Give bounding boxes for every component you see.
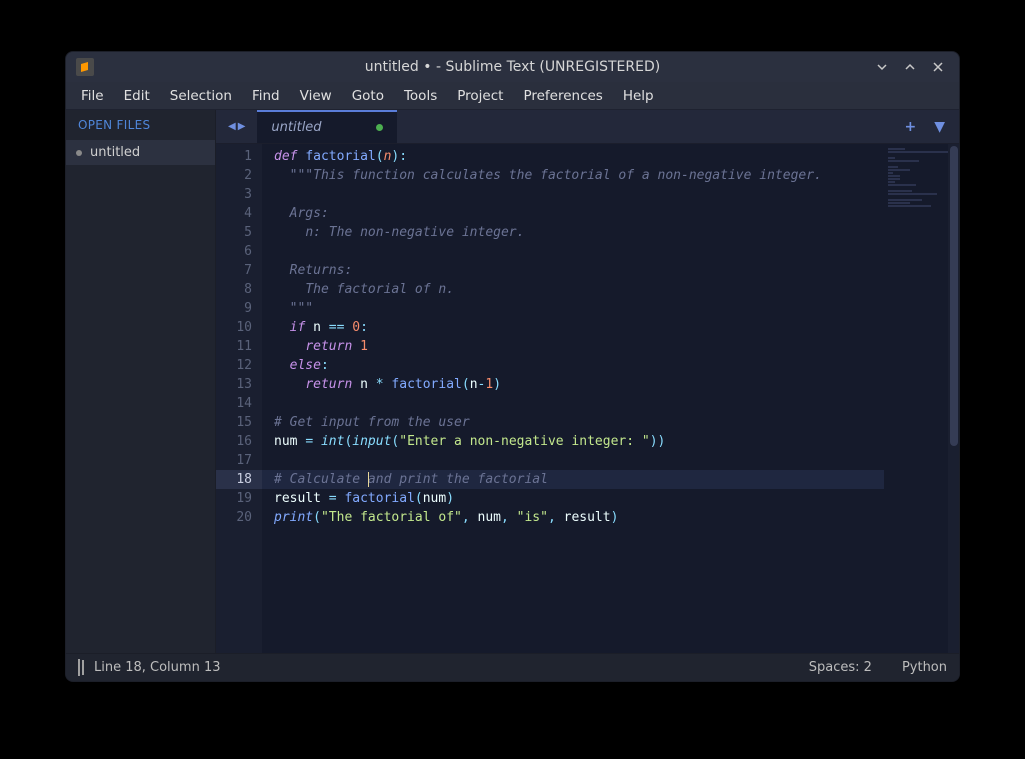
nav-forward-icon[interactable]: ▶ [238,121,246,132]
line-number[interactable]: 18 [216,470,262,489]
code-line[interactable]: The factorial of n. [262,280,884,299]
menu-help[interactable]: Help [614,84,663,108]
line-number[interactable]: 17 [216,451,262,470]
line-number[interactable]: 15 [216,413,262,432]
tab[interactable]: untitled [257,110,397,143]
line-number[interactable]: 5 [216,223,262,242]
close-button[interactable] [931,60,945,74]
nav-back-icon[interactable]: ◀ [228,121,236,132]
maximize-button[interactable] [903,60,917,74]
text-cursor [368,472,369,487]
line-number[interactable]: 19 [216,489,262,508]
status-position[interactable]: Line 18, Column 13 [94,660,221,675]
modified-dot-icon [76,150,82,156]
open-file-item[interactable]: untitled [66,140,215,165]
menu-file[interactable]: File [72,84,113,108]
code-line[interactable]: else: [262,356,884,375]
code-line[interactable]: result = factorial(num) [262,489,884,508]
line-number[interactable]: 16 [216,432,262,451]
line-number[interactable]: 14 [216,394,262,413]
menu-goto[interactable]: Goto [343,84,393,108]
scrollbar[interactable] [948,144,959,653]
open-files-header: OPEN FILES [66,110,215,140]
menu-preferences[interactable]: Preferences [514,84,611,108]
minimize-button[interactable] [875,60,889,74]
tab-menu-button[interactable]: ▼ [934,119,945,135]
code-line[interactable] [262,242,884,261]
tab-label: untitled [271,120,321,135]
window-title: untitled • - Sublime Text (UNREGISTERED) [66,59,959,75]
tab-strip: ◀ ▶ untitled + ▼ [216,110,959,144]
menu-edit[interactable]: Edit [115,84,159,108]
menu-tools[interactable]: Tools [395,84,446,108]
code-line[interactable]: num = int(input("Enter a non-negative in… [262,432,884,451]
code-line[interactable]: Returns: [262,261,884,280]
status-bar: Line 18, Column 13 Spaces: 2 Python [66,653,959,681]
line-number[interactable]: 3 [216,185,262,204]
menu-selection[interactable]: Selection [161,84,241,108]
code-line[interactable]: # Calculate and print the factorial [262,470,884,489]
line-number[interactable]: 10 [216,318,262,337]
line-number[interactable]: 2 [216,166,262,185]
menu-project[interactable]: Project [448,84,512,108]
app-icon [76,58,94,76]
gutter[interactable]: 1234567891011121314151617181920 [216,144,262,653]
menu-bar: FileEditSelectionFindViewGotoToolsProjec… [66,82,959,110]
line-number[interactable]: 6 [216,242,262,261]
code-line[interactable] [262,394,884,413]
status-spaces[interactable]: Spaces: 2 [809,660,872,675]
sidebar: OPEN FILES untitled [66,110,216,653]
line-number[interactable]: 13 [216,375,262,394]
line-number[interactable]: 20 [216,508,262,527]
code-line[interactable] [262,185,884,204]
line-number[interactable]: 11 [216,337,262,356]
code-line[interactable]: Args: [262,204,884,223]
panel-toggle-icon[interactable] [78,660,80,675]
code-line[interactable]: """This function calculates the factoria… [262,166,884,185]
code-line[interactable]: def factorial(n): [262,147,884,166]
editor-area[interactable]: 1234567891011121314151617181920 def fact… [216,144,959,653]
code-line[interactable]: """ [262,299,884,318]
menu-find[interactable]: Find [243,84,289,108]
menu-view[interactable]: View [291,84,341,108]
code-line[interactable]: print("The factorial of", num, "is", res… [262,508,884,527]
title-bar[interactable]: untitled • - Sublime Text (UNREGISTERED) [66,52,959,82]
code-line[interactable]: if n == 0: [262,318,884,337]
code-line[interactable] [262,451,884,470]
app-window: untitled • - Sublime Text (UNREGISTERED)… [66,52,959,681]
code-line[interactable]: return n * factorial(n-1) [262,375,884,394]
code-line[interactable]: # Get input from the user [262,413,884,432]
scrollbar-thumb[interactable] [950,146,958,446]
line-number[interactable]: 9 [216,299,262,318]
line-number[interactable]: 1 [216,147,262,166]
code-content[interactable]: def factorial(n): """This function calcu… [262,144,884,653]
line-number[interactable]: 12 [216,356,262,375]
new-tab-button[interactable]: + [904,119,916,135]
status-syntax[interactable]: Python [902,660,947,675]
code-line[interactable]: return 1 [262,337,884,356]
line-number[interactable]: 7 [216,261,262,280]
open-file-label: untitled [90,145,140,160]
modified-dot-icon [376,124,383,131]
line-number[interactable]: 8 [216,280,262,299]
code-line[interactable]: n: The non-negative integer. [262,223,884,242]
line-number[interactable]: 4 [216,204,262,223]
